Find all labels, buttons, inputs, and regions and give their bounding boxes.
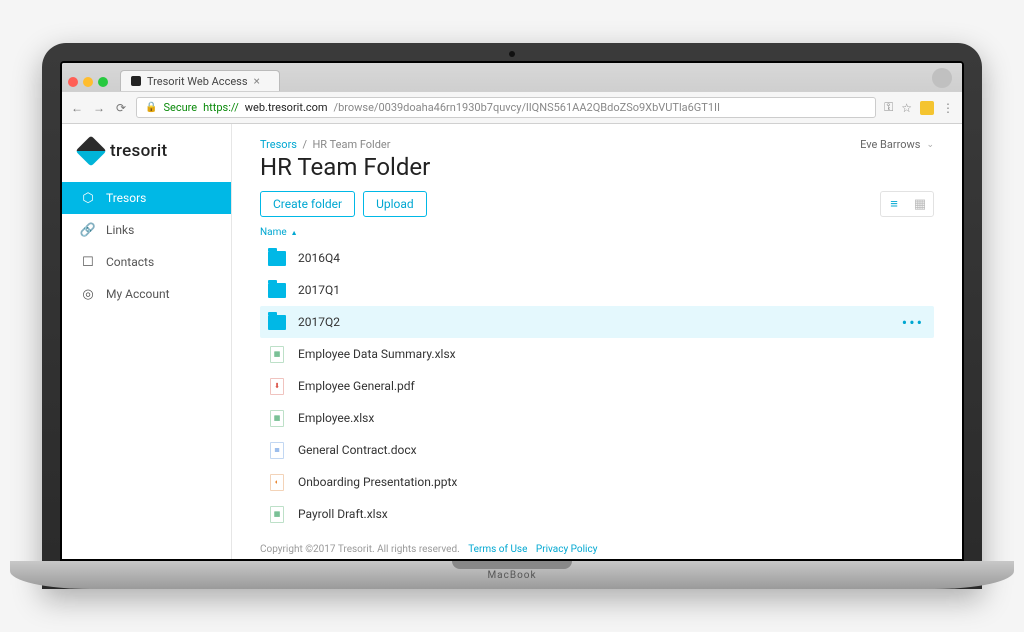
file-name: Employee Data Summary.xlsx (298, 347, 456, 361)
maximize-window-icon[interactable] (98, 77, 108, 87)
folder-icon (268, 249, 286, 267)
file-name: Employee General.pdf (298, 379, 415, 393)
row-more-icon[interactable]: ••• (902, 313, 924, 332)
folder-row[interactable]: 2017Q2 ••• (260, 306, 934, 338)
close-tab-icon[interactable]: × (254, 74, 260, 88)
url-scheme: https:// (203, 101, 239, 114)
file-name: 2016Q4 (298, 251, 340, 265)
close-window-icon[interactable] (68, 77, 78, 87)
xls-file-icon: ▦ (268, 345, 286, 363)
reload-button[interactable]: ⟳ (114, 101, 128, 115)
file-row[interactable]: ≣ General Contract.docx (260, 434, 934, 466)
extension-icon[interactable] (920, 101, 934, 115)
sidebar-item-contacts[interactable]: ☐ Contacts (62, 246, 231, 278)
breadcrumb: Tresors / HR Team Folder (260, 138, 391, 151)
sidebar-item-tresors[interactable]: ⬡ Tresors (62, 182, 231, 214)
minimize-window-icon[interactable] (83, 77, 93, 87)
list-header-name[interactable]: Name ▲ (260, 227, 934, 238)
file-name: General Contract.docx (298, 443, 417, 457)
file-name: Employee.xlsx (298, 411, 374, 425)
page-title: HR Team Folder (260, 153, 934, 181)
brand[interactable]: tresorit (62, 140, 231, 182)
tab-favicon (131, 76, 141, 86)
xls-file-icon: ▦ (268, 409, 286, 427)
link-icon: 🔗 (80, 222, 96, 238)
url-host: web.tresorit.com (245, 101, 328, 114)
brand-name: tresorit (110, 141, 167, 161)
pptx-file-icon: ◐ (268, 473, 286, 491)
file-name: Payroll Draft.xlsx (298, 507, 388, 521)
browser-chrome: Tresorit Web Access × ← → ⟳ 🔒 Secure htt… (62, 63, 962, 124)
create-folder-button[interactable]: Create folder (260, 191, 355, 217)
pdf-file-icon: ⬇ (268, 377, 286, 395)
toolbar: Create folder Upload ≡ ▦ (260, 191, 934, 217)
footer-copyright: Copyright ©2017 Tresorit. All rights res… (260, 544, 460, 555)
sidebar-item-label: My Account (106, 287, 170, 301)
file-list: 2016Q4 2017Q1 2017Q2 ••• ▦ Employee Data Summ… (260, 242, 934, 530)
upload-button[interactable]: Upload (363, 191, 427, 217)
window-controls[interactable] (68, 77, 108, 87)
macbook-label: MacBook (487, 570, 536, 581)
view-toggle: ≡ ▦ (880, 191, 934, 217)
laptop-notch (452, 561, 572, 569)
tab-title: Tresorit Web Access (147, 75, 248, 88)
lock-icon: 🔒 (145, 102, 157, 113)
sidebar-item-my-account[interactable]: ◎ My Account (62, 278, 231, 310)
folder-row[interactable]: 2017Q1 (260, 274, 934, 306)
file-row[interactable]: ◐ Onboarding Presentation.pptx (260, 466, 934, 498)
file-name: 2017Q2 (298, 315, 340, 329)
folder-icon (268, 281, 286, 299)
laptop-frame: Tresorit Web Access × ← → ⟳ 🔒 Secure htt… (42, 43, 982, 589)
main: Tresors / HR Team Folder Eve Barrows ⌄ H… (232, 124, 962, 559)
secure-label: Secure (163, 101, 197, 114)
browser-tab[interactable]: Tresorit Web Access × (120, 70, 280, 91)
docx-file-icon: ≣ (268, 441, 286, 459)
user-icon: ◎ (80, 286, 96, 302)
hexagon-icon: ⬡ (80, 190, 96, 206)
app: tresorit ⬡ Tresors 🔗 Links ☐ Contacts ◎ My Acco… (62, 124, 962, 559)
browser-profile-icon[interactable] (932, 68, 952, 88)
privacy-link[interactable]: Privacy Policy (536, 544, 598, 555)
menu-icon[interactable]: ⋮ (942, 101, 954, 115)
brand-logo-icon (75, 135, 106, 166)
sort-asc-icon: ▲ (291, 229, 298, 237)
sidebar: tresorit ⬡ Tresors 🔗 Links ☐ Contacts ◎ My Acco… (62, 124, 232, 559)
terms-link[interactable]: Terms of Use (468, 544, 527, 555)
xls-file-icon: ▦ (268, 505, 286, 523)
addrbar-right: ⚿ ☆ ⋮ (884, 100, 954, 115)
file-row[interactable]: ▦ Payroll Draft.xlsx (260, 498, 934, 530)
browser-tabbar: Tresorit Web Access × (62, 63, 962, 91)
sidebar-item-label: Tresors (106, 191, 146, 205)
camera-dot (509, 51, 515, 57)
folder-icon (268, 313, 286, 331)
back-button[interactable]: ← (70, 101, 84, 115)
star-icon[interactable]: ☆ (901, 101, 912, 115)
breadcrumb-root[interactable]: Tresors (260, 138, 297, 151)
breadcrumb-current: HR Team Folder (312, 138, 390, 151)
contact-icon: ☐ (80, 254, 96, 270)
user-menu[interactable]: Eve Barrows ⌄ (860, 138, 934, 151)
sidebar-item-links[interactable]: 🔗 Links (62, 214, 231, 246)
laptop-base: MacBook (10, 561, 1014, 589)
chevron-down-icon: ⌄ (926, 140, 934, 150)
sidebar-item-label: Contacts (106, 255, 154, 269)
screen: Tresorit Web Access × ← → ⟳ 🔒 Secure htt… (60, 61, 964, 561)
folder-row[interactable]: 2016Q4 (260, 242, 934, 274)
file-row[interactable]: ▦ Employee.xlsx (260, 402, 934, 434)
sidebar-nav: ⬡ Tresors 🔗 Links ☐ Contacts ◎ My Account (62, 182, 231, 310)
file-row[interactable]: ⬇ Employee General.pdf (260, 370, 934, 402)
user-name: Eve Barrows (860, 138, 920, 151)
grid-view-button[interactable]: ▦ (907, 192, 933, 216)
key-icon[interactable]: ⚿ (884, 100, 893, 115)
file-row[interactable]: ▦ Employee Data Summary.xlsx (260, 338, 934, 370)
file-name: Onboarding Presentation.pptx (298, 475, 457, 489)
url-field[interactable]: 🔒 Secure https:// web.tresorit.com /brow… (136, 97, 876, 118)
list-view-button[interactable]: ≡ (881, 192, 907, 216)
url-path: /browse/0039doaha46rn1930b7quvcy/lIQNS56… (334, 101, 721, 114)
forward-button[interactable]: → (92, 101, 106, 115)
file-name: 2017Q1 (298, 283, 340, 297)
footer: Copyright ©2017 Tresorit. All rights res… (260, 530, 934, 555)
browser-address-bar: ← → ⟳ 🔒 Secure https:// web.tresorit.com… (62, 91, 962, 124)
sidebar-item-label: Links (106, 223, 134, 237)
